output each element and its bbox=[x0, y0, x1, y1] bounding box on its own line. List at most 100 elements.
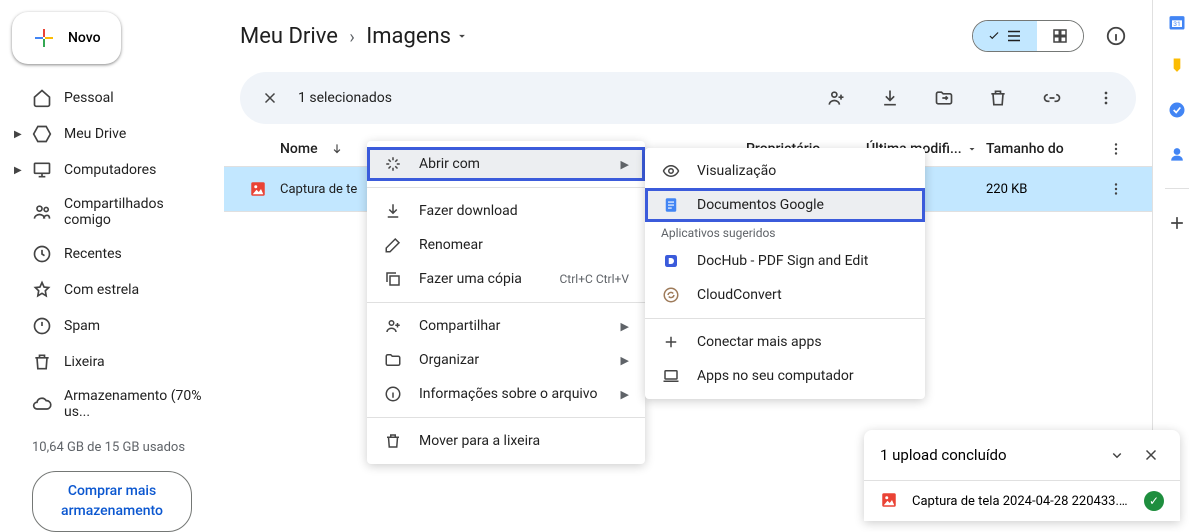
breadcrumb-current[interactable]: Imagens bbox=[366, 24, 469, 49]
ctx-copy[interactable]: Fazer uma cópia Ctrl+C Ctrl+V bbox=[367, 262, 645, 296]
ctx-label: Organizar bbox=[419, 352, 479, 368]
ctx-label: DocHub - PDF Sign and Edit bbox=[697, 253, 868, 269]
close-icon bbox=[261, 89, 279, 107]
get-addons-icon[interactable] bbox=[1167, 213, 1187, 233]
sidebar-item-compartilhados[interactable]: Compartilhados comigo bbox=[8, 188, 216, 236]
ctx-info[interactable]: Informações sobre o arquivo ▶ bbox=[367, 377, 645, 411]
download-icon bbox=[880, 88, 900, 108]
chevron-right-icon[interactable]: ▶ bbox=[14, 165, 22, 176]
shortcut-text: Ctrl+C Ctrl+V bbox=[560, 272, 630, 286]
sidebar-item-pessoal[interactable]: Pessoal bbox=[8, 80, 216, 116]
sidebar-item-label: Computadores bbox=[64, 162, 156, 178]
file-size: 220 KB bbox=[986, 182, 1096, 197]
trash-icon bbox=[988, 88, 1008, 108]
check-icon bbox=[987, 29, 1001, 43]
info-icon bbox=[1105, 25, 1127, 47]
copy-icon bbox=[383, 270, 403, 288]
sidebar-item-armazenamento[interactable]: Armazenamento (70% us... bbox=[8, 380, 216, 428]
ctx-organize[interactable]: Organizar ▶ bbox=[367, 343, 645, 377]
toast-collapse-button[interactable] bbox=[1104, 442, 1130, 468]
breadcrumb: Meu Drive › Imagens bbox=[240, 24, 469, 49]
submenu-preview[interactable]: Visualização bbox=[645, 154, 925, 188]
person-add-icon bbox=[383, 317, 403, 335]
info-icon bbox=[383, 385, 403, 403]
pencil-icon bbox=[383, 236, 403, 254]
new-button[interactable]: Novo bbox=[12, 12, 121, 64]
ctx-trash[interactable]: Mover para a lixeira bbox=[367, 424, 645, 458]
calendar-icon[interactable]: 31 bbox=[1167, 12, 1187, 32]
trash-icon bbox=[32, 352, 52, 372]
get-link-button[interactable] bbox=[1034, 80, 1070, 116]
info-button[interactable] bbox=[1096, 16, 1136, 56]
download-button[interactable] bbox=[872, 80, 908, 116]
move-button[interactable] bbox=[926, 80, 962, 116]
selection-bar: 1 selecionados bbox=[240, 72, 1136, 124]
clear-selection-button[interactable] bbox=[252, 80, 288, 116]
sidebar-item-label: Meu Drive bbox=[64, 126, 126, 142]
ctx-label: Fazer uma cópia bbox=[419, 271, 522, 287]
spam-icon bbox=[32, 316, 52, 336]
chevron-right-icon: ▶ bbox=[621, 320, 629, 333]
keep-icon[interactable] bbox=[1167, 56, 1187, 76]
buy-storage-button[interactable]: Comprar mais armazenamento bbox=[32, 471, 192, 532]
plus-icon bbox=[661, 333, 681, 351]
chevron-right-icon: ▶ bbox=[621, 354, 629, 367]
move-folder-icon bbox=[934, 88, 954, 108]
cloud-icon bbox=[32, 394, 52, 414]
toast-file-row[interactable]: Captura de tela 2024-04-28 220433.png ✓ bbox=[864, 480, 1180, 521]
more-vert-icon[interactable] bbox=[1107, 140, 1125, 158]
submenu-dochub[interactable]: DocHub - PDF Sign and Edit bbox=[645, 244, 925, 278]
more-actions-button[interactable] bbox=[1088, 80, 1124, 116]
sidebar-item-lixeira[interactable]: Lixeira bbox=[8, 344, 216, 380]
toast-close-button[interactable] bbox=[1138, 442, 1164, 468]
breadcrumb-root[interactable]: Meu Drive bbox=[240, 24, 338, 49]
list-view-button[interactable] bbox=[973, 21, 1037, 51]
ctx-label: Conectar mais apps bbox=[697, 334, 822, 350]
open-with-submenu: Visualização Documentos Google Aplicativ… bbox=[645, 148, 925, 399]
trash-icon bbox=[383, 432, 403, 450]
suggested-apps-heading: Aplicativos sugeridos bbox=[645, 222, 925, 244]
more-vert-icon[interactable] bbox=[1107, 180, 1125, 198]
chevron-down-icon bbox=[1108, 446, 1126, 464]
ctx-label: Visualização bbox=[697, 163, 776, 179]
ctx-share[interactable]: Compartilhar ▶ bbox=[367, 309, 645, 343]
eye-icon bbox=[661, 162, 681, 180]
sidebar-item-recentes[interactable]: Recentes bbox=[8, 236, 216, 272]
tasks-icon[interactable] bbox=[1167, 100, 1187, 120]
storage-usage-text: 10,64 GB de 15 GB usados bbox=[8, 436, 216, 459]
col-size-header[interactable]: Tamanho do bbox=[986, 141, 1096, 157]
sidebar-item-spam[interactable]: Spam bbox=[8, 308, 216, 344]
col-name-header[interactable]: Nome bbox=[280, 141, 318, 157]
ctx-label: Mover para a lixeira bbox=[419, 433, 540, 449]
submenu-cloudconvert[interactable]: CloudConvert bbox=[645, 278, 925, 312]
grid-view-button[interactable] bbox=[1037, 21, 1083, 51]
sidebar-item-meu-drive[interactable]: ▶ Meu Drive bbox=[8, 116, 216, 152]
submenu-connect-apps[interactable]: Conectar mais apps bbox=[645, 325, 925, 359]
ctx-label: Informações sobre o arquivo bbox=[419, 386, 597, 402]
sidebar-item-com-estrela[interactable]: Com estrela bbox=[8, 272, 216, 308]
ctx-label: Abrir com bbox=[419, 156, 480, 172]
ctx-rename[interactable]: Renomear bbox=[367, 228, 645, 262]
header-row: Meu Drive › Imagens bbox=[224, 0, 1152, 64]
ctx-open-with[interactable]: Abrir com ▶ bbox=[367, 147, 645, 181]
sidebar-item-label: Com estrela bbox=[64, 282, 139, 298]
sidebar-item-label: Armazenamento (70% us... bbox=[64, 388, 204, 420]
chevron-right-icon: ▶ bbox=[621, 388, 629, 401]
share-button[interactable] bbox=[818, 80, 854, 116]
ctx-download[interactable]: Fazer download bbox=[367, 194, 645, 228]
more-vert-icon bbox=[1096, 88, 1116, 108]
delete-button[interactable] bbox=[980, 80, 1016, 116]
link-icon bbox=[1042, 88, 1062, 108]
submenu-google-docs[interactable]: Documentos Google bbox=[645, 188, 925, 222]
ctx-label: Compartilhar bbox=[419, 318, 500, 334]
dochub-icon bbox=[661, 252, 681, 270]
chevron-right-icon[interactable]: ▶ bbox=[14, 129, 22, 140]
sidebar-item-computadores[interactable]: ▶ Computadores bbox=[8, 152, 216, 188]
success-check-icon: ✓ bbox=[1144, 491, 1164, 511]
toast-title: 1 upload concluído bbox=[880, 446, 1007, 464]
arrow-down-icon[interactable] bbox=[330, 142, 344, 156]
submenu-apps-on-computer[interactable]: Apps no seu computador bbox=[645, 359, 925, 393]
chevron-down-icon[interactable] bbox=[966, 143, 978, 155]
contacts-icon[interactable] bbox=[1167, 144, 1187, 164]
chevron-right-icon: › bbox=[349, 27, 354, 48]
